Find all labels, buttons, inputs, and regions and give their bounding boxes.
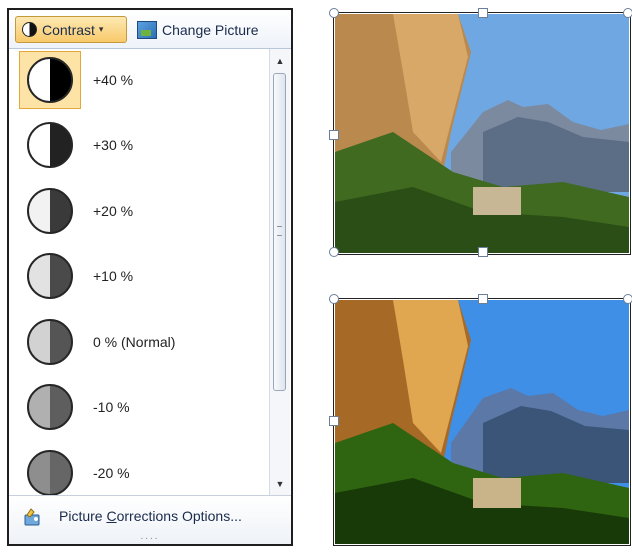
picture-preview-top[interactable]: [329, 8, 632, 257]
toolbar: Contrast ▾ Change Picture: [9, 10, 291, 49]
contrast-option-label: +40 %: [93, 72, 134, 88]
contrast-preview-swatch: [19, 378, 81, 436]
grip-icon: [277, 226, 282, 236]
contrast-preview-swatch: [19, 182, 81, 240]
contrast-option-label: 0 % (Normal): [93, 334, 176, 350]
resize-handle-top-right[interactable]: [623, 294, 632, 304]
picture-preview-bottom[interactable]: [329, 294, 632, 546]
contrast-options-list: +40 % +30 % +20 % +10 % 0 % (Normal) -10 % -20…: [9, 49, 267, 496]
contrast-option-label: +20 %: [93, 203, 134, 219]
landscape-image-top: [333, 12, 631, 255]
scroll-up-arrow-icon[interactable]: ▲: [270, 51, 290, 71]
contrast-option[interactable]: +30 %: [13, 114, 267, 176]
change-picture-label: Change Picture: [162, 21, 259, 38]
chevron-down-icon: ▾: [98, 24, 104, 34]
resize-handle-top[interactable]: [478, 294, 488, 304]
resize-handle-top-left[interactable]: [329, 8, 339, 18]
contrast-preview-swatch: [19, 444, 81, 502]
contrast-circle-icon: [27, 384, 73, 430]
resize-handle-left[interactable]: [329, 130, 339, 140]
contrast-preview-swatch: [19, 313, 81, 371]
contrast-option[interactable]: +20 %: [13, 180, 267, 242]
picture-corrections-icon: [24, 508, 40, 526]
contrast-circle-icon: [27, 57, 73, 103]
change-picture-button[interactable]: Change Picture: [137, 16, 259, 43]
contrast-button[interactable]: Contrast ▾: [15, 16, 127, 43]
contrast-option[interactable]: 0 % (Normal): [13, 311, 267, 373]
contrast-circle-icon: [27, 450, 73, 496]
resize-handle-top-left[interactable]: [329, 294, 339, 304]
contrast-option-label: +30 %: [93, 137, 134, 153]
contrast-option-label: +10 %: [93, 268, 134, 284]
contrast-dropdown-panel: Contrast ▾ Change Picture +40 % +30 % +20 …: [7, 8, 293, 546]
contrast-circle-icon: [27, 188, 73, 234]
contrast-option[interactable]: +10 %: [13, 245, 267, 307]
contrast-preview-swatch: [19, 247, 81, 305]
scrollbar-thumb[interactable]: [273, 73, 286, 391]
contrast-preview-swatch: [19, 51, 81, 109]
contrast-button-label: Contrast: [42, 21, 95, 38]
picture-corrections-options-item[interactable]: Picture Corrections Options... ....: [9, 495, 291, 544]
resize-handle-left[interactable]: [329, 416, 339, 426]
contrast-option-label: -20 %: [93, 465, 130, 481]
contrast-option[interactable]: -10 %: [13, 376, 267, 438]
contrast-circle-icon: [27, 253, 73, 299]
resize-handle-top-right[interactable]: [623, 8, 632, 18]
picture-corrections-options-label: Picture Corrections Options...: [59, 508, 242, 524]
resize-handle-bottom[interactable]: [478, 247, 488, 257]
landscape-image-bottom: [333, 298, 631, 546]
contrast-circle-icon: [27, 122, 73, 168]
change-picture-icon: [137, 20, 157, 39]
contrast-option-label: -10 %: [93, 399, 130, 415]
contrast-icon: [22, 22, 37, 37]
scroll-down-arrow-icon[interactable]: ▼: [270, 474, 290, 494]
accelerator-key: C: [106, 508, 117, 524]
contrast-preview-swatch: [19, 116, 81, 174]
resize-grip[interactable]: ....: [9, 531, 291, 542]
resize-handle-bottom-left[interactable]: [329, 247, 339, 257]
scrollbar[interactable]: ▲ ▼: [269, 49, 290, 496]
resize-handle-top[interactable]: [478, 8, 488, 18]
contrast-option[interactable]: +40 %: [13, 49, 267, 111]
contrast-circle-icon: [27, 319, 73, 365]
